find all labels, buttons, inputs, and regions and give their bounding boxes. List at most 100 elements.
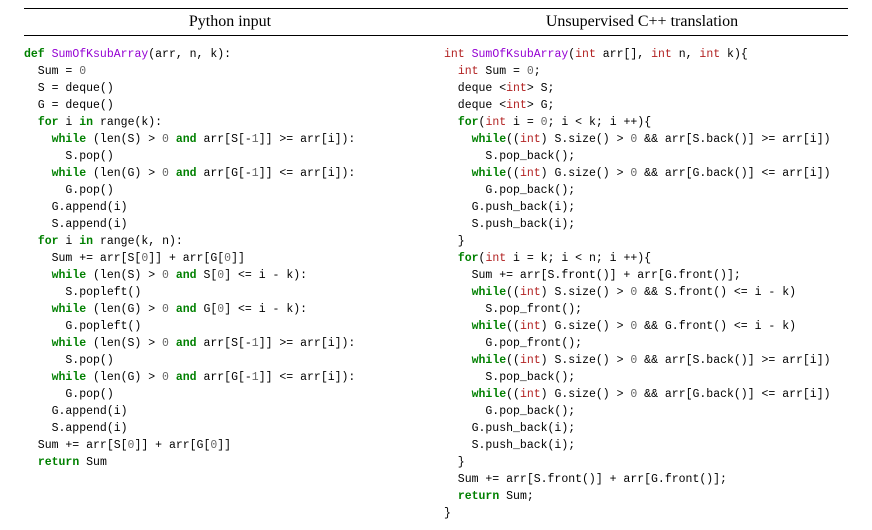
kw-in-1: in (79, 116, 93, 129)
py-l24c: ]] (217, 439, 231, 452)
cpp-l16: S.pop_front(); (444, 303, 582, 316)
kw-and-1: and (176, 133, 197, 146)
py-l14c2 (169, 269, 176, 282)
py-l23: S.append(i) (24, 422, 128, 435)
cpp-l2c: ; (534, 65, 541, 78)
cpp-l24: S.push_back(i); (444, 439, 575, 452)
py-l8n: 0 (162, 167, 169, 180)
cpp-while-3: while (472, 286, 507, 299)
cpp-l21a (444, 388, 472, 401)
cpp-sigd: k){ (720, 48, 748, 61)
py-l13c: ]] (231, 252, 245, 265)
py-l11: S.append(i) (24, 218, 128, 231)
py-l20n: 0 (162, 371, 169, 384)
cpp-l3a: deque < (444, 82, 506, 95)
cpp-l13a (444, 252, 458, 265)
cpp-sigc: n, (672, 48, 700, 61)
cpp-l21c: ) G.size() > (541, 388, 631, 401)
cpp-l23: G.push_back(i); (444, 422, 575, 435)
kw-and-3: and (176, 269, 197, 282)
cpp-l5n: 0 (541, 116, 548, 129)
cpp-l6b: (( (506, 133, 520, 146)
cpp-l19b: (( (506, 354, 520, 367)
py-l8c2 (169, 167, 176, 180)
cpp-int-3: int (651, 48, 672, 61)
py-l5c: range(k): (93, 116, 162, 129)
cpp-sigb: arr[], (596, 48, 651, 61)
py-l3: S = deque() (24, 82, 114, 95)
cpp-while-1: while (472, 133, 507, 146)
cpp-l6c: ) S.size() > (541, 133, 631, 146)
cpp-l22: G.pop_back(); (444, 405, 575, 418)
py-l21: G.pop() (24, 388, 114, 401)
py-l13a: Sum += arr[S[ (24, 252, 141, 265)
cpp-int-10: int (520, 167, 541, 180)
cpp-int-9: int (520, 133, 541, 146)
cpp-for-2: for (458, 252, 479, 265)
cpp-l19d: && arr[S.back()] >= arr[i]) (637, 354, 830, 367)
py-l18c2 (169, 337, 176, 350)
py-l20a (24, 371, 52, 384)
code-row: def SumOfKsubArray(arr, n, k): Sum = 0 S… (24, 36, 848, 522)
py-l6n2: 1 (252, 133, 259, 146)
py-l8b: (len(G) > (86, 167, 162, 180)
py-l18n2: 1 (252, 337, 259, 350)
py-l18d: ]] >= arr[i]): (259, 337, 356, 350)
cpp-l4b: > G; (527, 99, 555, 112)
cpp-int-4: int (699, 48, 720, 61)
cpp-l8c: ) G.size() > (541, 167, 631, 180)
py-l18b: (len(S) > (86, 337, 162, 350)
py-sig: (arr, n, k): (148, 48, 231, 61)
cpp-l7: S.pop_back(); (444, 150, 575, 163)
py-l6a (24, 133, 52, 146)
py-l12a (24, 235, 38, 248)
py-l14c: S[ (197, 269, 218, 282)
cpp-l15d: && S.front() <= i - k) (637, 286, 796, 299)
cpp-l5c: i = (506, 116, 541, 129)
cpp-int-2: int (575, 48, 596, 61)
py-l6e: ]] >= arr[i]): (259, 133, 356, 146)
python-code: def SumOfKsubArray(arr, n, k): Sum = 0 S… (24, 46, 436, 522)
kw-return-py: return (38, 456, 79, 469)
py-l16c: G[ (197, 303, 218, 316)
py-l16c2 (169, 303, 176, 316)
kw-return-cpp: return (458, 490, 499, 503)
header-right: Unsupervised C++ translation (436, 13, 848, 31)
cpp-while-2: while (472, 167, 507, 180)
cpp-l15b: (( (506, 286, 520, 299)
py-l17: G.popleft() (24, 320, 141, 333)
cpp-l21b: (( (506, 388, 520, 401)
cpp-while-6: while (472, 388, 507, 401)
py-l8e: ]] <= arr[i]): (259, 167, 356, 180)
cpp-int-14: int (520, 354, 541, 367)
cpp-l21d: && arr[G.back()] <= arr[i]) (637, 388, 830, 401)
py-l15: S.popleft() (24, 286, 141, 299)
cpp-l26: Sum += arr[S.front()] + arr[G.front()]; (444, 473, 727, 486)
py-l25a (24, 456, 38, 469)
py-l6b: (len(S) > (86, 133, 162, 146)
py-l20c: arr[G[- (197, 371, 252, 384)
cpp-int-15: int (520, 388, 541, 401)
cpp-for-1: for (458, 116, 479, 129)
cpp-l5a (444, 116, 458, 129)
figure-container: Python input Unsupervised C++ translatio… (0, 0, 872, 530)
kw-while-3: while (52, 269, 87, 282)
py-l6d: arr[S[- (197, 133, 252, 146)
py-l20d: ]] <= arr[i]): (259, 371, 356, 384)
py-l12b: i (59, 235, 80, 248)
fn-name-py: SumOfKsubArray (52, 48, 149, 61)
cpp-l13c: i = k; i < n; i ++){ (506, 252, 651, 265)
cpp-l9: G.pop_back(); (444, 184, 575, 197)
kw-for-2: for (38, 235, 59, 248)
py-l18n: 0 (162, 337, 169, 350)
cpp-l28: } (444, 507, 451, 520)
cpp-l2b: Sum = (479, 65, 527, 78)
header-left: Python input (24, 13, 436, 31)
cpp-int-1: int (444, 48, 465, 61)
py-l16a (24, 303, 52, 316)
cpp-l8d: && arr[G.back()] <= arr[i]) (637, 167, 830, 180)
py-l24b: ]] + arr[G[ (134, 439, 210, 452)
cpp-l20: S.pop_back(); (444, 371, 575, 384)
kw-for-1: for (38, 116, 59, 129)
cpp-l6a (444, 133, 472, 146)
